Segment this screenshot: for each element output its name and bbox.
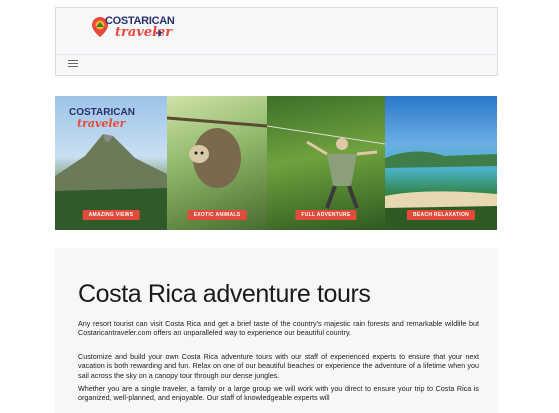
header-divider (56, 54, 497, 55)
banner-panel-views: COSTARICAN traveler AMAZING VIEWS (55, 96, 167, 230)
site-header: COSTARICAN traveler ✈ (55, 7, 498, 76)
main-content: Costa Rica adventure tours Any resort to… (55, 248, 498, 413)
customize-paragraph: Customize and build your own Costa Rica … (78, 352, 479, 380)
hamburger-menu-icon[interactable] (68, 60, 78, 69)
airplane-icon: ✈ (155, 28, 165, 40)
intro-paragraph: Any resort tourist can visit Costa Rica … (78, 319, 479, 338)
banner-panel-animals: EXOTIC ANIMALS (167, 96, 267, 230)
banner-panel-adventure: FULL ADVENTURE (267, 96, 385, 230)
hero-banner: COSTARICAN traveler AMAZING VIEWS EXOTIC… (55, 96, 497, 230)
group-paragraph: Whether you are a single traveler, a fam… (78, 384, 479, 403)
site-logo[interactable]: COSTARICAN traveler ✈ (91, 13, 175, 53)
banner-logo: COSTARICAN traveler (69, 102, 135, 130)
page-title: Costa Rica adventure tours (78, 280, 371, 308)
banner-caption: FULL ADVENTURE (295, 210, 357, 220)
banner-caption: AMAZING VIEWS (82, 210, 140, 220)
banner-caption: EXOTIC ANIMALS (187, 210, 247, 220)
banner-logo-line2: traveler (77, 117, 126, 130)
banner-caption: BEACH RELAXATION (406, 210, 476, 220)
banner-panel-beach: BEACH RELAXATION (385, 96, 497, 230)
